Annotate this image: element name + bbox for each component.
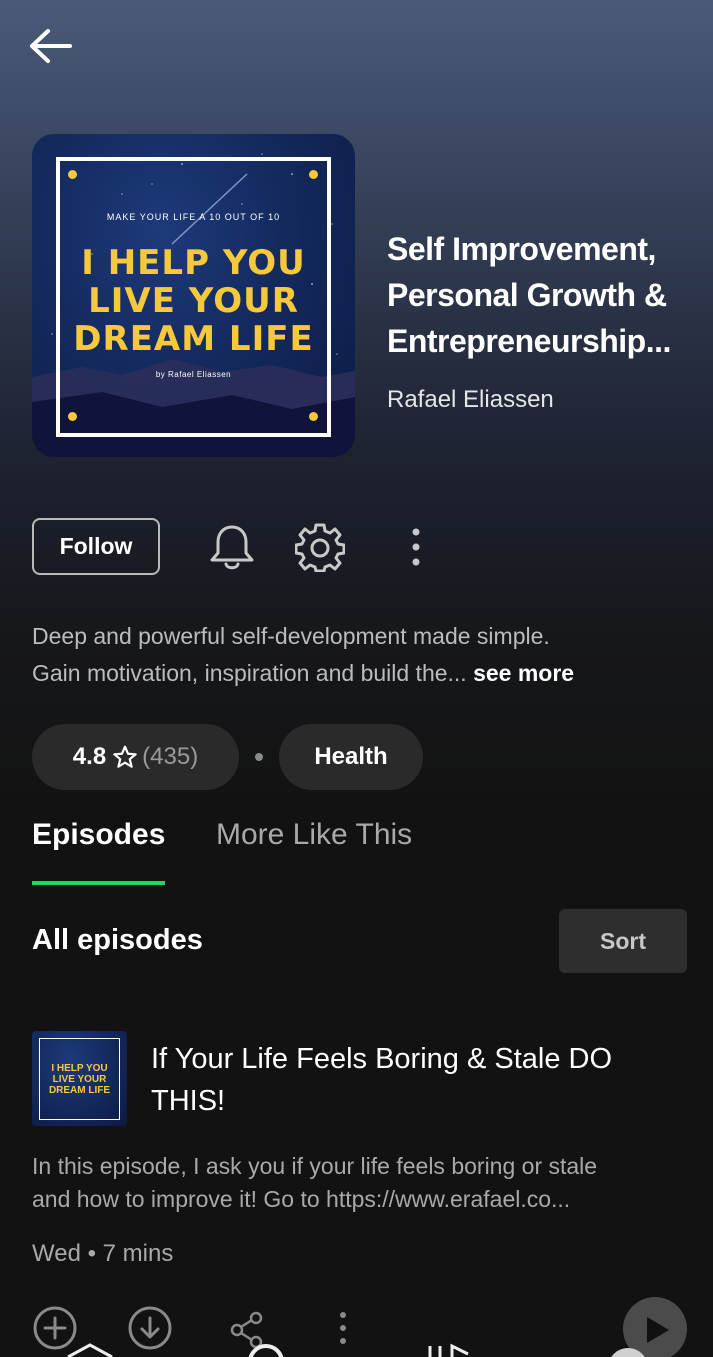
tab-episodes[interactable]: Episodes — [32, 818, 165, 852]
more-vertical-icon[interactable] — [406, 526, 426, 570]
episode-description: In this episode, I ask you if your life … — [32, 1153, 598, 1212]
profile-avatar — [611, 1348, 645, 1357]
tab-more-like-this[interactable]: More Like This — [216, 818, 412, 852]
episode-thumbnail[interactable]: I HELP YOU LIVE YOUR DREAM LIFE — [32, 1031, 127, 1126]
home-icon — [67, 1343, 113, 1357]
active-tab-indicator — [32, 881, 165, 885]
genre-pill[interactable]: Health — [279, 724, 423, 790]
library-icon — [428, 1343, 469, 1357]
bell-icon[interactable] — [208, 522, 256, 572]
follow-button[interactable]: Follow — [32, 518, 160, 575]
podcast-author[interactable]: Rafael Eliassen — [387, 386, 554, 414]
separator-dot — [255, 753, 263, 761]
sort-button[interactable]: Sort — [559, 909, 687, 973]
search-icon — [248, 1344, 284, 1357]
episode-title[interactable]: If Your Life Feels Boring & Stale DO THI… — [151, 1038, 691, 1122]
gear-icon[interactable] — [295, 522, 345, 572]
rating-pill[interactable]: 4.8 (435) — [32, 724, 239, 790]
podcast-cover-art: MAKE YOUR LIFE A 10 OUT OF 10 I HELP YOU… — [32, 134, 355, 457]
star-outline-icon — [113, 745, 137, 768]
cover-tagline: MAKE YOUR LIFE A 10 OUT OF 10 — [106, 212, 281, 222]
podcast-title: Self Improvement, Personal Growth & Entr… — [387, 231, 671, 359]
bottom-nav-partial — [67, 1343, 645, 1357]
all-episodes-heading: All episodes — [32, 924, 203, 956]
cover-byline: by Rafael Eliassen — [155, 370, 232, 379]
rating-count: (435) — [142, 743, 199, 770]
see-more-link[interactable]: see more — [473, 660, 574, 686]
episode-meta: Wed • 7 mins — [32, 1240, 174, 1267]
cover-headline: I HELP YOU LIVE YOUR DREAM LIFE — [73, 243, 314, 359]
podcast-description: Deep and powerful self-development made … — [32, 623, 575, 686]
rating-value: 4.8 — [72, 743, 107, 770]
back-arrow-icon[interactable] — [26, 26, 76, 68]
